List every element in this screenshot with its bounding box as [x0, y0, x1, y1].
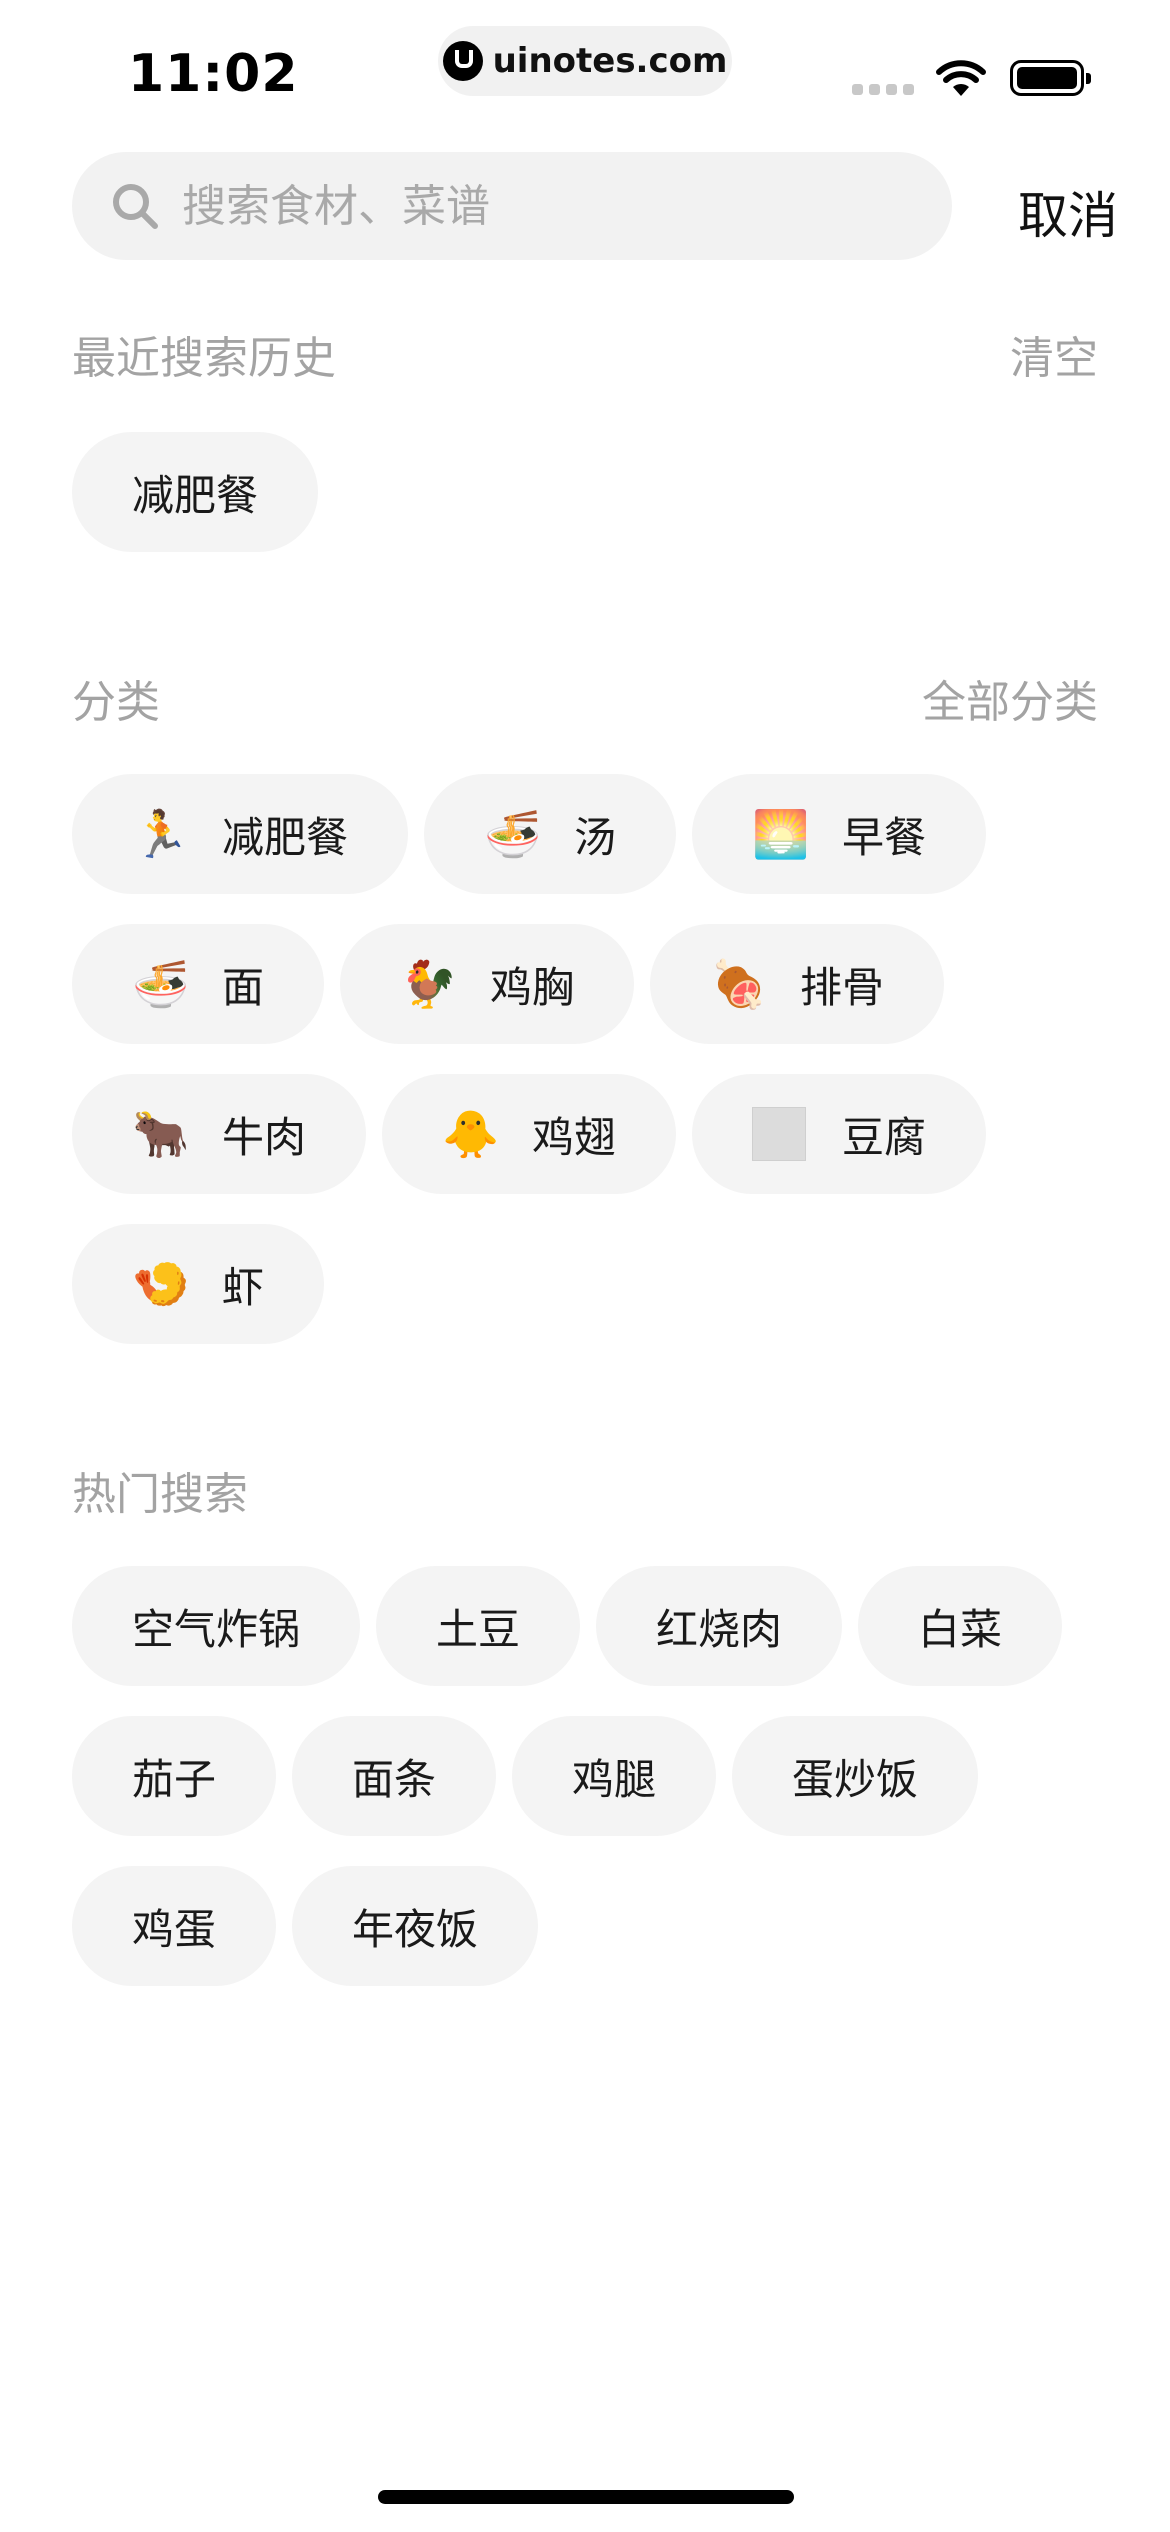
hot-chip[interactable]: 年夜饭: [292, 1866, 539, 1986]
chick-icon: 🐥: [442, 1106, 500, 1161]
rooster-icon: 🐓: [400, 956, 458, 1011]
tofu-placeholder-icon: [752, 1107, 807, 1161]
category-label: 早餐: [842, 812, 927, 862]
categories-title: 分类: [72, 677, 160, 728]
history-title: 最近搜索历史: [72, 333, 336, 384]
category-chip-diet[interactable]: 🏃 减肥餐: [72, 774, 409, 894]
category-label: 汤: [574, 812, 617, 862]
categories-list: 🏃 减肥餐 🍜 汤 🌅 早餐 🍜 面 🐓 鸡胸 🍖 排骨 🐂 牛肉 🐥 鸡翅 豆…: [72, 774, 1102, 1344]
hot-chip[interactable]: 面条: [292, 1716, 497, 1836]
search-input[interactable]: [182, 180, 922, 232]
hot-list: 空气炸锅 土豆 红烧肉 白菜 茄子 面条 鸡腿 蛋炒饭 鸡蛋 年夜饭: [72, 1566, 1102, 1986]
category-label: 牛肉: [222, 1112, 307, 1162]
history-chip[interactable]: 减肥餐: [72, 432, 319, 552]
hot-title: 热门搜索: [72, 1469, 248, 1520]
hot-chip[interactable]: 蛋炒饭: [732, 1716, 979, 1836]
category-chip-soup[interactable]: 🍜 汤: [424, 774, 677, 894]
cancel-button[interactable]: 取消: [1018, 176, 1118, 248]
soup-bowl-icon: 🍜: [484, 806, 542, 861]
category-chip-beef[interactable]: 🐂 牛肉: [72, 1074, 367, 1194]
hot-chip[interactable]: 茄子: [72, 1716, 277, 1836]
category-chip-noodles[interactable]: 🍜 面: [72, 924, 325, 1044]
site-logo-icon: [442, 41, 483, 81]
category-label: 豆腐: [842, 1112, 927, 1162]
search-box[interactable]: [72, 152, 952, 260]
category-chip-chicken-breast[interactable]: 🐓 鸡胸: [340, 924, 635, 1044]
category-label: 排骨: [800, 962, 885, 1012]
ox-icon: 🐂: [132, 1106, 190, 1161]
url-text: uinotes.com: [492, 41, 728, 81]
clear-history-button[interactable]: 清空: [1010, 322, 1098, 386]
category-label: 鸡胸: [490, 962, 575, 1012]
meat-on-bone-icon: 🍖: [710, 956, 768, 1011]
url-pill[interactable]: uinotes.com: [438, 26, 732, 96]
all-categories-button[interactable]: 全部分类: [922, 666, 1098, 730]
search-icon: [113, 184, 158, 229]
shrimp-icon: 🍤: [132, 1256, 190, 1311]
hot-chip[interactable]: 空气炸锅: [72, 1566, 361, 1686]
sunrise-icon: 🌅: [752, 806, 810, 861]
hot-chip[interactable]: 红烧肉: [596, 1566, 843, 1686]
category-chip-tofu[interactable]: 豆腐: [692, 1074, 987, 1194]
category-label: 鸡翅: [532, 1112, 617, 1162]
cellular-signal-icon: [852, 84, 914, 95]
home-indicator[interactable]: [378, 2490, 794, 2504]
hot-chip[interactable]: 鸡蛋: [72, 1866, 277, 1986]
categories-header: 分类 全部分类: [72, 666, 1098, 730]
category-label: 减肥餐: [222, 812, 349, 862]
history-list: 减肥餐: [72, 432, 1102, 552]
hot-header: 热门搜索: [72, 1458, 1098, 1522]
category-chip-ribs[interactable]: 🍖 排骨: [650, 924, 945, 1044]
history-header: 最近搜索历史 清空: [72, 322, 1098, 386]
noodle-bowl-icon: 🍜: [132, 956, 190, 1011]
wifi-icon: [936, 60, 986, 96]
category-label: 虾: [222, 1262, 265, 1312]
hot-chip[interactable]: 鸡腿: [512, 1716, 717, 1836]
hot-chip[interactable]: 土豆: [376, 1566, 581, 1686]
category-chip-chicken-wings[interactable]: 🐥 鸡翅: [382, 1074, 677, 1194]
category-label: 面: [222, 962, 265, 1012]
hot-chip[interactable]: 白菜: [858, 1566, 1063, 1686]
runner-icon: 🏃: [132, 806, 190, 861]
category-chip-shrimp[interactable]: 🍤 虾: [72, 1224, 325, 1344]
battery-icon: [1010, 60, 1091, 96]
category-chip-breakfast[interactable]: 🌅 早餐: [692, 774, 987, 894]
status-time: 11:02: [128, 44, 299, 104]
status-bar: 11:02 uinotes.com: [0, 0, 1170, 140]
